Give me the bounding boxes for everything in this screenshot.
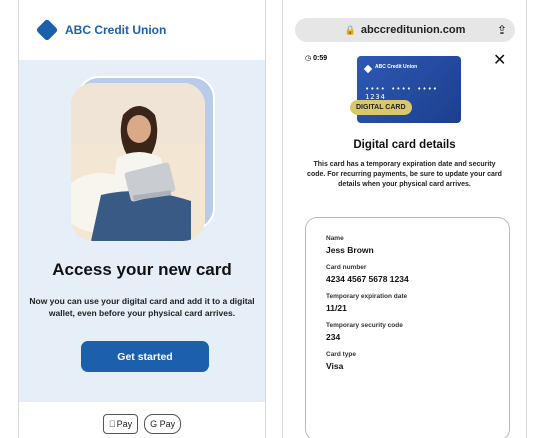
field-value: 11/21	[326, 303, 347, 313]
field-card-type: Card type Visa	[326, 351, 489, 371]
field-label: Temporary security code	[326, 322, 403, 329]
brand-name: ABC Credit Union	[65, 23, 167, 37]
intro-text: Now you can use your digital card and ad…	[29, 296, 255, 318]
field-value: Jess Brown	[326, 245, 374, 255]
apple-pay-label: Pay	[113, 419, 133, 429]
card-logo-icon	[363, 64, 373, 74]
field-label: Card type	[326, 351, 356, 358]
url-text: abccreditunion.com	[360, 24, 466, 36]
card-number-mask: •••• •••• •••• 1234	[365, 85, 439, 101]
apple-icon: 	[109, 419, 116, 429]
field-label: Name	[326, 235, 344, 242]
field-label: Temporary expiration date	[326, 293, 408, 300]
field-value: 4234 4567 5678 1234	[326, 274, 409, 284]
field-label: Card number	[326, 264, 367, 271]
lock-icon: 🔒	[344, 24, 356, 35]
brand-logo-icon	[35, 18, 59, 42]
field-card-number: Card number 4234 4567 5678 1234	[326, 264, 489, 284]
session-timer: ◷ 0:59	[305, 54, 328, 63]
browser-url-bar[interactable]: 🔒 abccreditunion.com	[295, 18, 515, 42]
hero-section: Access your new card Now you can use you…	[19, 60, 265, 402]
field-security-code: Temporary security code 234	[326, 322, 489, 342]
apple-pay-badge[interactable]:  Pay	[102, 414, 139, 434]
google-pay-badge[interactable]: G Pay	[144, 414, 182, 434]
close-icon[interactable]: ✕	[493, 50, 506, 70]
google-pay-label: G Pay	[146, 419, 175, 429]
field-value: 234	[326, 332, 341, 342]
details-description: This card has a temporary expiration dat…	[307, 161, 502, 188]
card-brand: ABC Credit Union	[375, 64, 418, 70]
wallet-badges:  Pay G Pay	[19, 414, 265, 434]
field-name: Name Jess Brown	[326, 235, 489, 255]
card-details-screen: 🔒 abccreditunion.com ⇪ ◷ 0:59 ✕ ABC Cred…	[282, 0, 527, 438]
page-title: Access your new card	[52, 260, 232, 279]
get-started-button[interactable]: Get started	[81, 341, 209, 372]
app-header: ABC Credit Union	[19, 0, 265, 60]
clock-icon: ◷	[305, 55, 312, 62]
share-icon[interactable]: ⇪	[497, 23, 507, 37]
hero-photo	[71, 83, 205, 241]
onboarding-screen: ABC Credit Union Access your new card No…	[18, 0, 266, 438]
field-expiration: Temporary expiration date 11/21	[326, 293, 489, 313]
field-value: Visa	[326, 361, 344, 371]
digital-card-badge: DIGITAL CARD	[350, 100, 412, 115]
timer-value: 0:59	[313, 54, 328, 62]
details-title: Digital card details	[353, 139, 456, 151]
card-details-panel: Name Jess Brown Card number 4234 4567 56…	[305, 217, 510, 438]
